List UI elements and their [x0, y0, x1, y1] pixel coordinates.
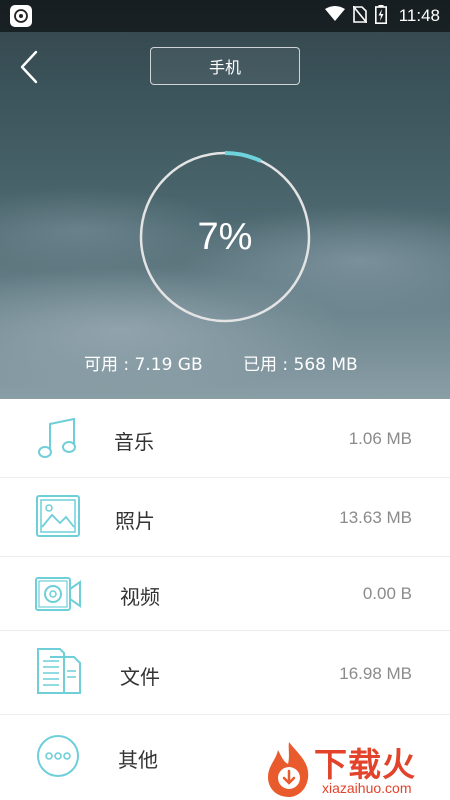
category-size: 0.00 B [362, 584, 412, 603]
flame-logo-icon [268, 742, 309, 797]
category-size: 13.63 MB [339, 508, 412, 527]
back-button[interactable] [12, 48, 46, 86]
category-label: 音乐 [114, 430, 154, 454]
more-dots-icon [37, 735, 79, 777]
category-row-music[interactable]: 音乐 1.06 MB [0, 399, 450, 478]
category-row-files[interactable]: 文件 16.98 MB [0, 631, 450, 715]
wifi-icon [324, 6, 345, 26]
chevron-left-icon [20, 50, 38, 84]
app-notification-icon [10, 5, 32, 27]
category-size: 16.98 MB [339, 664, 412, 683]
category-row-video[interactable]: 视频 0.00 B [0, 557, 450, 631]
usage-percent: 7% [197, 215, 253, 258]
category-row-photos[interactable]: 照片 13.63 MB [0, 478, 450, 557]
storage-device-tab[interactable]: 手机 [150, 47, 300, 85]
category-label: 视频 [120, 585, 160, 609]
photo-icon [36, 495, 80, 537]
status-bar: 11:48 [0, 0, 450, 32]
capacity-summary: 可用 : 7.19 GB 已用 : 568 MB [0, 350, 450, 375]
status-time: 11:48 [398, 6, 440, 25]
available-space: 可用 : 7.19 GB [84, 355, 203, 375]
no-sim-icon [352, 4, 368, 27]
category-label: 照片 [115, 509, 155, 533]
site-watermark: 下载火 xiazaihuo.com [262, 738, 450, 800]
category-label: 其他 [118, 748, 158, 772]
storage-hero: 11:48 手机 7% 可用 : 7.19 GB 已用 : 568 MB [0, 0, 450, 399]
video-camera-icon [35, 577, 81, 611]
document-icon [37, 648, 81, 694]
used-space: 已用 : 568 MB [243, 355, 358, 375]
watermark-title: 下载火 [314, 745, 416, 784]
battery-charging-icon [374, 4, 387, 28]
category-label: 文件 [120, 665, 160, 689]
category-size: 1.06 MB [348, 429, 412, 448]
music-note-icon [38, 417, 76, 458]
watermark-url: xiazaihuo.com [322, 780, 412, 796]
